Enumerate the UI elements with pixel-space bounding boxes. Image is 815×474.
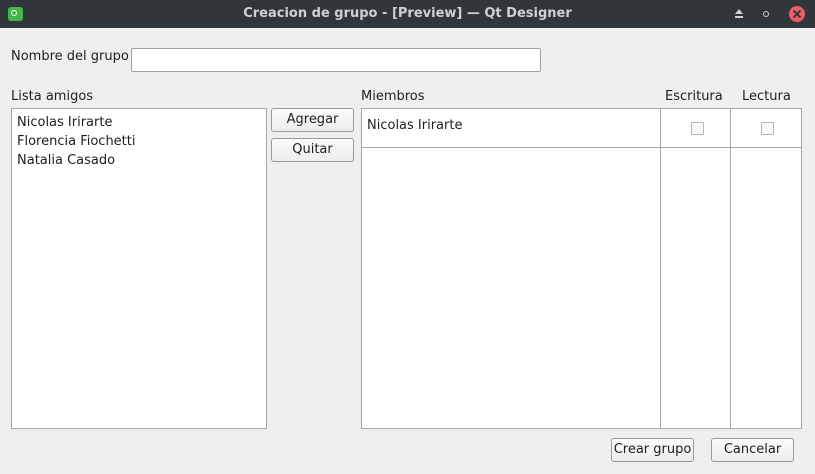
keep-above-icon[interactable] (731, 6, 747, 22)
close-icon[interactable] (789, 6, 805, 22)
column-divider (730, 109, 731, 428)
column-divider (660, 109, 661, 428)
friends-list[interactable]: Nicolas Irirarte Florencia Fiochetti Nat… (11, 108, 267, 429)
read-checkbox[interactable] (761, 122, 774, 135)
window-title: Creacion de grupo - [Preview] — Qt Desig… (243, 6, 572, 21)
list-item[interactable]: Natalia Casado (17, 151, 115, 170)
add-button[interactable]: Agregar (271, 108, 354, 132)
row-divider (362, 147, 801, 148)
members-label: Miembros (361, 89, 425, 104)
read-column-header: Lectura (742, 89, 791, 104)
list-item[interactable]: Florencia Fiochetti (17, 132, 136, 151)
members-table[interactable]: Nicolas Irirarte (361, 108, 802, 429)
dialog-window: Creacion de grupo - [Preview] — Qt Desig… (0, 0, 815, 474)
member-name-cell[interactable]: Nicolas Irirarte (367, 118, 462, 133)
group-name-label: Nombre del grupo (11, 49, 129, 64)
remove-button[interactable]: Quitar (271, 138, 354, 162)
cancel-button[interactable]: Cancelar (711, 438, 794, 462)
friends-list-label: Lista amigos (11, 89, 94, 104)
write-checkbox[interactable] (691, 122, 704, 135)
write-column-header: Escritura (665, 89, 723, 104)
create-group-button[interactable]: Crear grupo (611, 438, 694, 462)
list-item[interactable]: Nicolas Irirarte (17, 113, 112, 132)
title-bar[interactable]: Creacion de grupo - [Preview] — Qt Desig… (0, 0, 815, 28)
group-name-input[interactable] (131, 48, 541, 72)
restore-icon[interactable] (759, 6, 775, 22)
